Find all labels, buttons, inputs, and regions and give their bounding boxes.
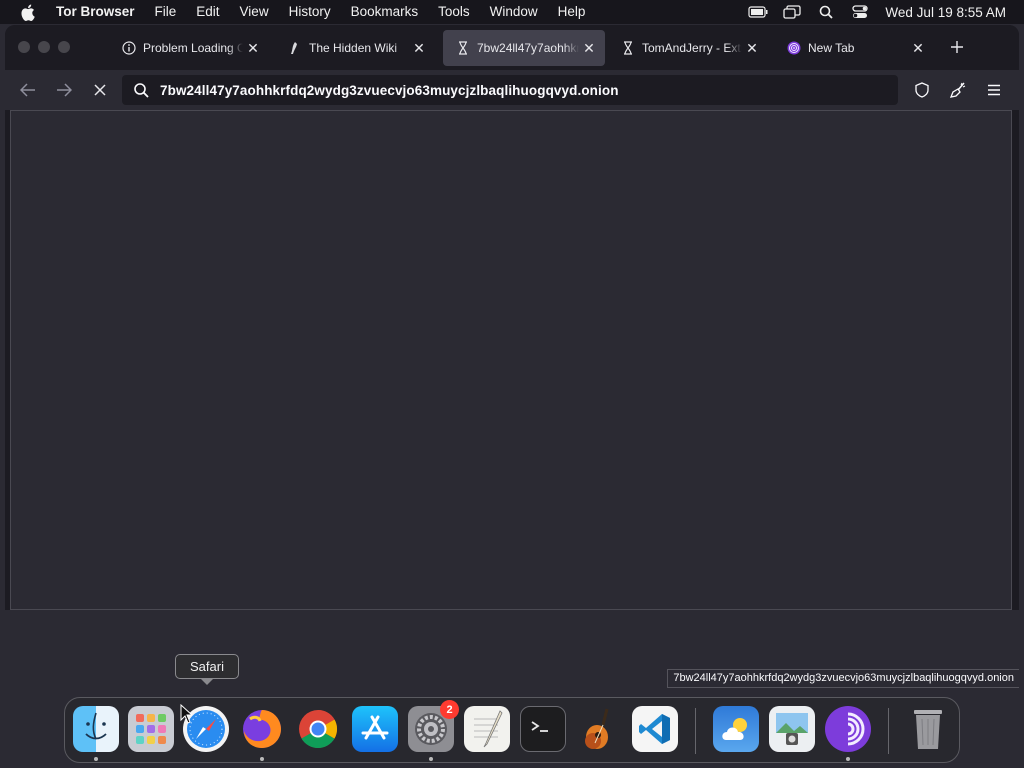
preview-icon[interactable] — [769, 706, 815, 752]
menu-file[interactable]: File — [145, 0, 187, 24]
back-button[interactable] — [16, 78, 40, 102]
system-preferences-icon[interactable]: 2 — [408, 700, 459, 752]
textedit-icon[interactable] — [464, 706, 510, 752]
running-indicator — [260, 757, 264, 761]
launchpad-icon[interactable] — [128, 706, 174, 752]
tab-bar: Problem Loading Onion Service ✕ The Hidd… — [5, 25, 1019, 70]
close-icon[interactable]: ✕ — [579, 38, 599, 58]
new-identity-broom-icon[interactable] — [946, 78, 970, 102]
menu-help[interactable]: Help — [548, 0, 596, 24]
wiki-icon — [287, 40, 303, 56]
url-text[interactable]: 7bw24ll47y7aohhkrfdq2wydg3zvuecvjo63muyc… — [160, 83, 619, 98]
control-center-icon[interactable] — [850, 4, 870, 20]
info-icon — [121, 40, 137, 56]
tab-tomandjerry[interactable]: TomAndJerry - Extreme ✕ — [608, 30, 768, 66]
tooltip-arrow — [200, 678, 214, 685]
navigation-toolbar: 7bw24ll47y7aohhkrfdq2wydg3zvuecvjo63muyc… — [5, 70, 1019, 110]
battery-icon[interactable] — [748, 4, 768, 20]
hourglass-icon — [620, 40, 636, 56]
close-icon[interactable]: ✕ — [908, 38, 928, 58]
firefox-icon[interactable] — [239, 706, 285, 752]
new-tab-button[interactable] — [947, 37, 967, 57]
garageband-icon[interactable] — [576, 706, 622, 752]
menu-bar: Tor Browser File Edit View History Bookm… — [0, 0, 1024, 24]
menu-bookmarks[interactable]: Bookmarks — [341, 0, 429, 24]
hamburger-menu-icon[interactable] — [982, 78, 1006, 102]
menu-tools[interactable]: Tools — [428, 0, 480, 24]
dock-separator — [888, 708, 889, 754]
apple-menu-icon[interactable] — [18, 3, 36, 21]
menu-edit[interactable]: Edit — [186, 0, 229, 24]
stop-loading-button[interactable] — [88, 78, 112, 102]
tab-title: Problem Loading Onion Service — [143, 41, 243, 55]
terminal-icon[interactable] — [520, 706, 566, 752]
dock: 2 — [64, 697, 960, 763]
mouse-cursor-icon — [180, 703, 194, 724]
trash-icon[interactable] — [905, 706, 951, 752]
notification-badge: 2 — [440, 700, 459, 719]
tor-onion-icon — [786, 40, 802, 56]
link-status-bar: 7bw24ll47y7aohhkrfdq2wydg3zvuecvjo63muyc… — [667, 669, 1019, 688]
spotlight-search-icon[interactable] — [816, 4, 836, 20]
close-icon[interactable]: ✕ — [243, 38, 263, 58]
tab-hidden-wiki[interactable]: The Hidden Wiki ✕ — [275, 30, 435, 66]
menu-app-name[interactable]: Tor Browser — [50, 0, 145, 24]
window-zoom-button[interactable] — [58, 41, 70, 53]
running-indicator — [94, 757, 98, 761]
tab-onion-active[interactable]: 7bw24ll47y7aohhkrfdq2wydg3zvuecvjo63muyc… — [443, 30, 605, 66]
chrome-icon[interactable] — [295, 706, 341, 752]
tab-title: 7bw24ll47y7aohhkrfdq2wydg3zvuecvjo63muyc… — [477, 41, 579, 55]
tab-title: New Tab — [808, 41, 855, 55]
url-bar[interactable]: 7bw24ll47y7aohhkrfdq2wydg3zvuecvjo63muyc… — [122, 75, 898, 105]
menu-history[interactable]: History — [279, 0, 341, 24]
close-icon[interactable]: ✕ — [409, 38, 429, 58]
forward-button[interactable] — [52, 78, 76, 102]
window-close-button[interactable] — [18, 41, 30, 53]
menubar-clock[interactable]: Wed Jul 19 8:55 AM — [885, 5, 1006, 20]
page-content-area[interactable] — [10, 110, 1012, 610]
vscode-icon[interactable] — [632, 706, 678, 752]
menu-view[interactable]: View — [230, 0, 279, 24]
weather-icon[interactable] — [713, 706, 759, 752]
finder-icon[interactable] — [73, 706, 119, 752]
screen-mirroring-icon[interactable] — [782, 4, 802, 20]
tab-title: TomAndJerry - Extreme — [642, 41, 742, 55]
shield-icon[interactable] — [910, 78, 934, 102]
running-indicator — [429, 757, 433, 761]
hourglass-icon — [455, 40, 471, 56]
tab-new-tab[interactable]: New Tab ✕ — [774, 30, 934, 66]
browser-window: Problem Loading Onion Service ✕ The Hidd… — [5, 25, 1019, 688]
close-icon[interactable]: ✕ — [742, 38, 762, 58]
window-minimize-button[interactable] — [38, 41, 50, 53]
tab-title: The Hidden Wiki — [309, 41, 398, 55]
search-icon — [132, 81, 150, 99]
menu-window[interactable]: Window — [480, 0, 548, 24]
running-indicator — [846, 757, 850, 761]
dock-tooltip: Safari — [175, 654, 239, 679]
tor-browser-icon[interactable] — [825, 706, 871, 752]
tab-problem-loading[interactable]: Problem Loading Onion Service ✕ — [109, 30, 269, 66]
app-store-icon[interactable] — [352, 706, 398, 752]
dock-separator — [695, 708, 696, 754]
